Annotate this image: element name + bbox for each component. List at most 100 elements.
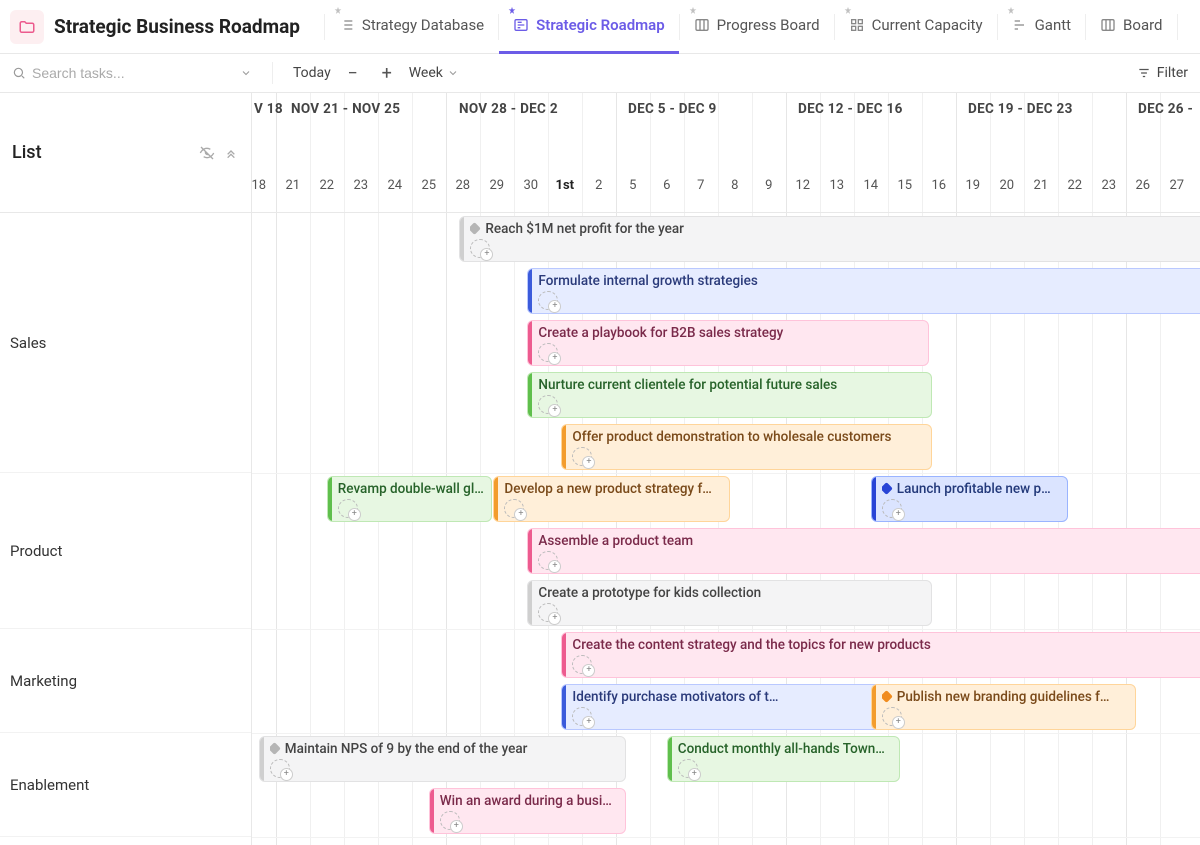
task-stripe bbox=[528, 581, 532, 625]
board-icon bbox=[1100, 17, 1116, 33]
milestone-icon bbox=[882, 482, 893, 495]
task-title: Revamp double-wall gl… bbox=[338, 481, 484, 496]
day-cell: 21 bbox=[276, 178, 310, 193]
task-bar[interactable]: Offer product demonstration to wholesale… bbox=[561, 424, 932, 470]
assign-button[interactable] bbox=[270, 759, 290, 778]
assign-button[interactable] bbox=[882, 707, 902, 726]
search-wrap[interactable] bbox=[12, 65, 252, 81]
list-title: List bbox=[12, 142, 199, 163]
assign-button[interactable] bbox=[538, 395, 558, 414]
assign-button[interactable] bbox=[572, 707, 592, 726]
task-stripe bbox=[528, 269, 532, 313]
assign-button[interactable] bbox=[538, 551, 558, 570]
task-stripe bbox=[562, 633, 566, 677]
day-cell: 7 bbox=[684, 178, 718, 193]
tab-board[interactable]: Board bbox=[1086, 0, 1176, 54]
list-header: List bbox=[0, 93, 251, 213]
task-bar[interactable]: Reach $1M net profit for the year bbox=[459, 216, 1200, 262]
assign-button[interactable] bbox=[538, 291, 558, 310]
topbar: Strategic Business Roadmap Strategy Data… bbox=[0, 0, 1200, 54]
task-title: Formulate internal growth strategies bbox=[538, 273, 1200, 288]
assign-button[interactable] bbox=[882, 499, 902, 518]
group-product[interactable]: Product bbox=[0, 473, 251, 629]
day-row: 1821222324252829301st2567891213141516192… bbox=[252, 178, 1200, 212]
hide-icon[interactable] bbox=[199, 145, 215, 161]
gantt-icon bbox=[1012, 17, 1028, 33]
day-cell: 2 bbox=[582, 178, 616, 193]
task-bar[interactable]: Assemble a product team bbox=[527, 528, 1200, 574]
task-bar[interactable]: Create a prototype for kids collection bbox=[527, 580, 932, 626]
task-stripe bbox=[328, 477, 332, 521]
task-stripe bbox=[494, 477, 498, 521]
tab-gantt[interactable]: Gantt bbox=[998, 0, 1085, 54]
week-label: DEC 12 - DEC 16 bbox=[798, 101, 903, 117]
task-bar[interactable]: Create a playbook for B2B sales strategy bbox=[527, 320, 928, 366]
group-label: Enablement bbox=[10, 776, 89, 794]
task-bar[interactable]: Formulate internal growth strategies bbox=[527, 268, 1200, 314]
task-bar[interactable]: Identify purchase motivators of t… bbox=[561, 684, 899, 730]
assign-button[interactable] bbox=[538, 603, 558, 622]
tab-strategy-database[interactable]: Strategy Database bbox=[325, 0, 498, 54]
view-tabs: Strategy Database Strategic Roadmap Prog… bbox=[324, 0, 1192, 54]
task-title: Reach $1M net profit for the year bbox=[470, 221, 1200, 236]
task-bar[interactable]: Develop a new product strategy f… bbox=[493, 476, 729, 522]
collapse-icon[interactable] bbox=[223, 145, 239, 161]
task-bar[interactable]: Revamp double-wall gl… bbox=[327, 476, 492, 522]
day-cell: 18 bbox=[252, 178, 276, 193]
milestone-icon bbox=[270, 742, 281, 755]
day-cell: 14 bbox=[854, 178, 888, 193]
task-bar[interactable]: Launch profitable new p… bbox=[871, 476, 1068, 522]
search-input[interactable] bbox=[32, 65, 234, 81]
assign-button[interactable] bbox=[470, 239, 490, 258]
day-cell: 13 bbox=[820, 178, 854, 193]
sidebar: List Sales Product Marketing Enablement bbox=[0, 93, 252, 845]
filter-button[interactable]: Filter bbox=[1137, 65, 1188, 81]
timeline-icon bbox=[513, 17, 529, 33]
week-labels: V 18NOV 21 - NOV 25NOV 28 - DEC 2DEC 5 -… bbox=[252, 93, 1200, 153]
week-label: DEC 26 - bbox=[1138, 101, 1193, 117]
task-bar[interactable]: Nurture current clientele for potential … bbox=[527, 372, 932, 418]
week-label: NOV 28 - DEC 2 bbox=[459, 101, 558, 117]
timeline[interactable]: V 18NOV 21 - NOV 25NOV 28 - DEC 2DEC 5 -… bbox=[252, 93, 1200, 845]
task-bar[interactable]: Publish new branding guidelines f… bbox=[871, 684, 1136, 730]
scale-label: Week bbox=[409, 65, 443, 81]
task-title: Offer product demonstration to wholesale… bbox=[572, 429, 924, 444]
assign-button[interactable] bbox=[504, 499, 524, 518]
day-cell: 28 bbox=[446, 178, 480, 193]
tab-progress-board[interactable]: Progress Board bbox=[680, 0, 834, 54]
group-enablement[interactable]: Enablement bbox=[0, 733, 251, 837]
zoom-in-button[interactable]: + bbox=[375, 61, 399, 85]
today-button[interactable]: Today bbox=[293, 65, 331, 81]
task-title: Develop a new product strategy f… bbox=[504, 481, 721, 496]
chevron-down-icon[interactable] bbox=[240, 67, 252, 79]
group-marketing[interactable]: Marketing bbox=[0, 629, 251, 733]
task-title: Launch profitable new p… bbox=[882, 481, 1060, 496]
task-title: Create a playbook for B2B sales strategy bbox=[538, 325, 920, 340]
group-sales[interactable]: Sales bbox=[0, 213, 251, 473]
date-header: V 18NOV 21 - NOV 25NOV 28 - DEC 2DEC 5 -… bbox=[252, 93, 1200, 213]
day-cell: 9 bbox=[752, 178, 786, 193]
assign-button[interactable] bbox=[572, 655, 592, 674]
week-label: V 18 bbox=[254, 101, 283, 117]
task-bar[interactable]: Conduct monthly all-hands Town… bbox=[667, 736, 900, 782]
tab-label: Strategy Database bbox=[362, 16, 484, 34]
assign-button[interactable] bbox=[338, 499, 358, 518]
day-cell: 20 bbox=[990, 178, 1024, 193]
day-cell: 30 bbox=[514, 178, 548, 193]
day-cell: 5 bbox=[616, 178, 650, 193]
scale-dropdown[interactable]: Week bbox=[409, 65, 459, 81]
assign-button[interactable] bbox=[572, 447, 592, 466]
zoom-out-button[interactable]: − bbox=[341, 61, 365, 85]
assign-button[interactable] bbox=[538, 343, 558, 362]
task-bar[interactable]: Create the content strategy and the topi… bbox=[561, 632, 1200, 678]
day-cell: 15 bbox=[888, 178, 922, 193]
day-cell: 26 bbox=[1126, 178, 1160, 193]
tab-strategic-roadmap[interactable]: Strategic Roadmap bbox=[499, 0, 679, 54]
assign-button[interactable] bbox=[678, 759, 698, 778]
day-cell: 19 bbox=[956, 178, 990, 193]
assign-button[interactable] bbox=[440, 811, 460, 830]
task-stripe bbox=[668, 737, 672, 781]
task-bar[interactable]: Win an award during a busi… bbox=[429, 788, 626, 834]
tab-current-capacity[interactable]: Current Capacity bbox=[835, 0, 997, 54]
task-bar[interactable]: Maintain NPS of 9 by the end of the year bbox=[259, 736, 626, 782]
